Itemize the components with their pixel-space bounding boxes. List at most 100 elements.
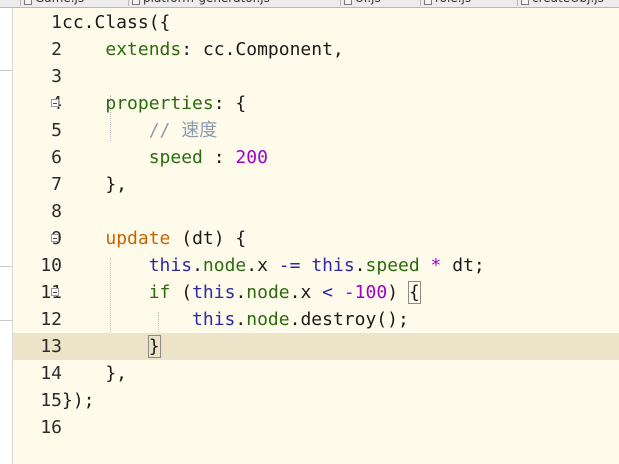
code-line[interactable]: 12 this.node.destroy(); (13, 306, 619, 333)
code-token: -100 (343, 282, 388, 303)
code-token: if (148, 282, 171, 303)
line-number: 5 (51, 120, 62, 141)
code-token: : cc.Component, (181, 39, 344, 60)
editor-tab[interactable]: platform-generator.js (128, 0, 340, 6)
code-token: . (235, 309, 247, 330)
code-token: }, (62, 174, 128, 195)
code-token: .x (289, 282, 323, 303)
code-text: this.node.x -= this.speed * dt; (62, 252, 485, 279)
side-panel-edge (0, 8, 13, 464)
code-token: dt; (441, 255, 485, 276)
editor-tab[interactable]: createObj.js (517, 0, 619, 6)
code-text: if (this.node.x < -100) { (62, 279, 421, 306)
code-token: node (202, 255, 247, 276)
line-number: 2 (51, 39, 62, 60)
code-line[interactable]: 2 extends: cc.Component, (13, 36, 619, 63)
code-text: // 速度 (62, 117, 218, 144)
code-line[interactable]: 10 this.node.x -= this.speed * dt; (13, 252, 619, 279)
code-token: this (192, 309, 236, 330)
line-number: 13 (40, 336, 62, 357)
code-token: // 速度 (148, 120, 218, 141)
line-number: 10 (40, 255, 62, 276)
code-token: : { (213, 93, 247, 114)
editor-tab-label: Game.js (35, 0, 84, 5)
code-token: this (311, 255, 355, 276)
code-line[interactable]: 7 }, (13, 171, 619, 198)
code-token: (dt) { (170, 228, 247, 249)
code-token: . (192, 255, 203, 276)
code-token: this (148, 255, 193, 276)
code-token: extends (105, 39, 182, 60)
code-token: . (235, 282, 247, 303)
code-token: 200 (235, 147, 268, 168)
fold-collapse-icon[interactable] (51, 288, 59, 296)
code-text: }, (62, 171, 127, 198)
code-token: * (430, 255, 442, 276)
fold-collapse-icon[interactable] (51, 234, 59, 242)
code-token: .destroy(); (289, 309, 409, 330)
code-token: update (105, 228, 171, 249)
code-text: speed : 200 (62, 144, 268, 171)
code-line[interactable]: 16 (13, 414, 619, 441)
code-token: }, (62, 363, 128, 384)
editor-tab-label: UI.js (355, 0, 381, 5)
editor-tab[interactable]: role.js (420, 0, 517, 6)
code-line[interactable]: 14 }, (13, 360, 619, 387)
code-line-current[interactable]: 13 } (13, 333, 619, 360)
panel-separator (0, 266, 12, 267)
code-line[interactable]: 8 (13, 198, 619, 225)
panel-separator (0, 320, 12, 321)
code-text: }, (62, 360, 127, 387)
line-number: 3 (51, 66, 62, 87)
code-text: cc.Class({ (62, 9, 170, 36)
file-icon (424, 0, 432, 5)
file-icon (24, 0, 32, 5)
code-text: extends: cc.Component, (62, 36, 344, 63)
code-token: < (322, 282, 333, 303)
line-number: 15 (40, 390, 62, 411)
code-token: }); (62, 390, 95, 411)
code-line[interactable]: 3 (13, 63, 619, 90)
editor-tab-label: platform-generator.js (143, 0, 270, 5)
fold-collapse-icon[interactable] (51, 99, 59, 107)
code-line[interactable]: 1 cc.Class({ (13, 9, 619, 36)
code-text: } (62, 333, 161, 360)
code-token: ( (170, 282, 193, 303)
code-text: properties: { (62, 90, 246, 117)
line-number: 7 (51, 174, 62, 195)
code-line[interactable]: 5 // 速度 (13, 117, 619, 144)
code-line[interactable]: 4 properties: { (13, 90, 619, 117)
code-line[interactable]: 11 if (this.node.x < -100) { (13, 279, 619, 306)
matched-bracket: { (407, 281, 421, 304)
editor-tab[interactable]: UI.js (340, 0, 420, 6)
file-icon (521, 0, 529, 5)
code-token: properties (105, 93, 214, 114)
code-line[interactable]: 6 speed : 200 (13, 144, 619, 171)
code-editor[interactable]: 1cc.Class({2 extends: cc.Component,34 pr… (13, 8, 619, 464)
code-text: this.node.destroy(); (62, 306, 409, 333)
code-token: . (354, 255, 366, 276)
code-token: cc.Class({ (62, 12, 171, 33)
editor-tab-label: createObj.js (532, 0, 604, 5)
code-token: -= (278, 255, 301, 276)
code-token: speed (365, 255, 420, 276)
code-line[interactable]: 9 update (dt) { (13, 225, 619, 252)
code-token: speed (148, 147, 203, 168)
panel-separator (0, 70, 12, 71)
code-token: .x (246, 255, 279, 276)
editor-tab-label: role.js (435, 0, 471, 5)
editor-tab-strip: Game.js platform-generator.js UI.js role.js… (0, 0, 619, 8)
editor-tab[interactable]: Game.js (20, 0, 128, 6)
code-line[interactable]: 15}); (13, 387, 619, 414)
code-token: node (246, 282, 290, 303)
